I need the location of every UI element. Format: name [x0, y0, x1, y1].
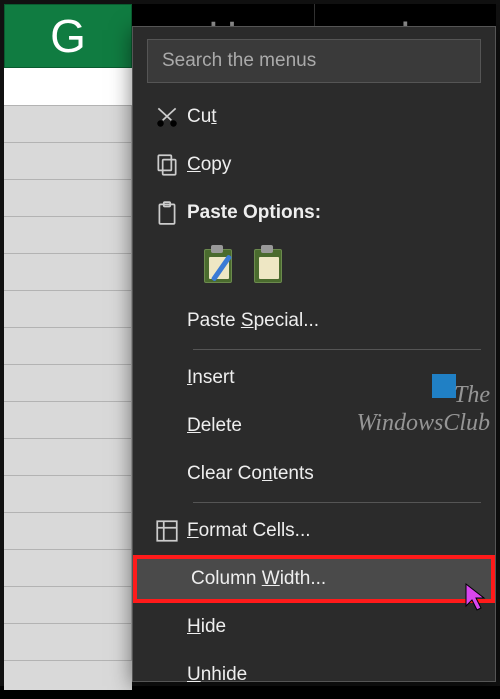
cell-row[interactable]	[4, 365, 132, 402]
insert-item[interactable]: Insert	[133, 354, 495, 402]
cell-row[interactable]	[4, 513, 132, 550]
cell-row[interactable]	[4, 143, 132, 180]
paste-options-header: Paste Options:	[133, 189, 495, 237]
cell-row[interactable]	[4, 550, 132, 587]
copy-item[interactable]: Copy	[133, 141, 495, 189]
menu-label: Paste Special...	[187, 310, 481, 332]
menu-label: Copy	[187, 154, 481, 176]
menu-label: Paste Options:	[187, 202, 481, 224]
paste-values-icon[interactable]	[251, 243, 283, 283]
cell-row[interactable]	[4, 587, 132, 624]
cell-row[interactable]	[4, 68, 132, 106]
format-cells-item[interactable]: Format Cells...	[133, 507, 495, 555]
delete-item[interactable]: Delete	[133, 402, 495, 450]
menu-label: Column Width...	[191, 568, 477, 590]
paste-options-row	[133, 237, 495, 297]
menu-search-input[interactable]: Search the menus	[147, 39, 481, 83]
paste-icon[interactable]	[201, 243, 233, 283]
separator	[193, 502, 481, 503]
menu-label: Insert	[187, 367, 481, 389]
cell-row[interactable]	[4, 328, 132, 365]
scissors-icon	[147, 104, 187, 130]
menu-label: Clear Contents	[187, 463, 481, 485]
cell-row[interactable]	[4, 402, 132, 439]
cell-row[interactable]	[4, 291, 132, 328]
menu-label: Delete	[187, 415, 481, 437]
clear-contents-item[interactable]: Clear Contents	[133, 450, 495, 498]
copy-icon	[147, 152, 187, 178]
clipboard-icon	[147, 200, 187, 226]
cell-row[interactable]	[4, 217, 132, 254]
menu-label: Unhide	[187, 664, 481, 686]
cell-row[interactable]	[4, 106, 132, 143]
cell-row[interactable]	[4, 476, 132, 513]
paste-special-item[interactable]: Paste Special...	[133, 297, 495, 345]
cell-row[interactable]	[4, 254, 132, 291]
unhide-item[interactable]: Unhide	[133, 651, 495, 699]
separator	[193, 349, 481, 350]
hide-item[interactable]: Hide	[133, 603, 495, 651]
cut-item[interactable]: Cut	[133, 93, 495, 141]
menu-label: Cut	[187, 106, 481, 128]
column-header-g[interactable]: G	[4, 4, 132, 68]
cell-row[interactable]	[4, 439, 132, 476]
column-width-item[interactable]: Column Width...	[133, 555, 495, 603]
cell-row[interactable]	[4, 180, 132, 217]
cell-row[interactable]	[4, 624, 132, 661]
selected-column-cells	[4, 68, 132, 690]
menu-label: Format Cells...	[187, 520, 481, 542]
context-menu: Search the menus Cut Copy Paste Options:…	[132, 26, 496, 682]
format-cells-icon	[147, 518, 187, 544]
menu-label: Hide	[187, 616, 481, 638]
